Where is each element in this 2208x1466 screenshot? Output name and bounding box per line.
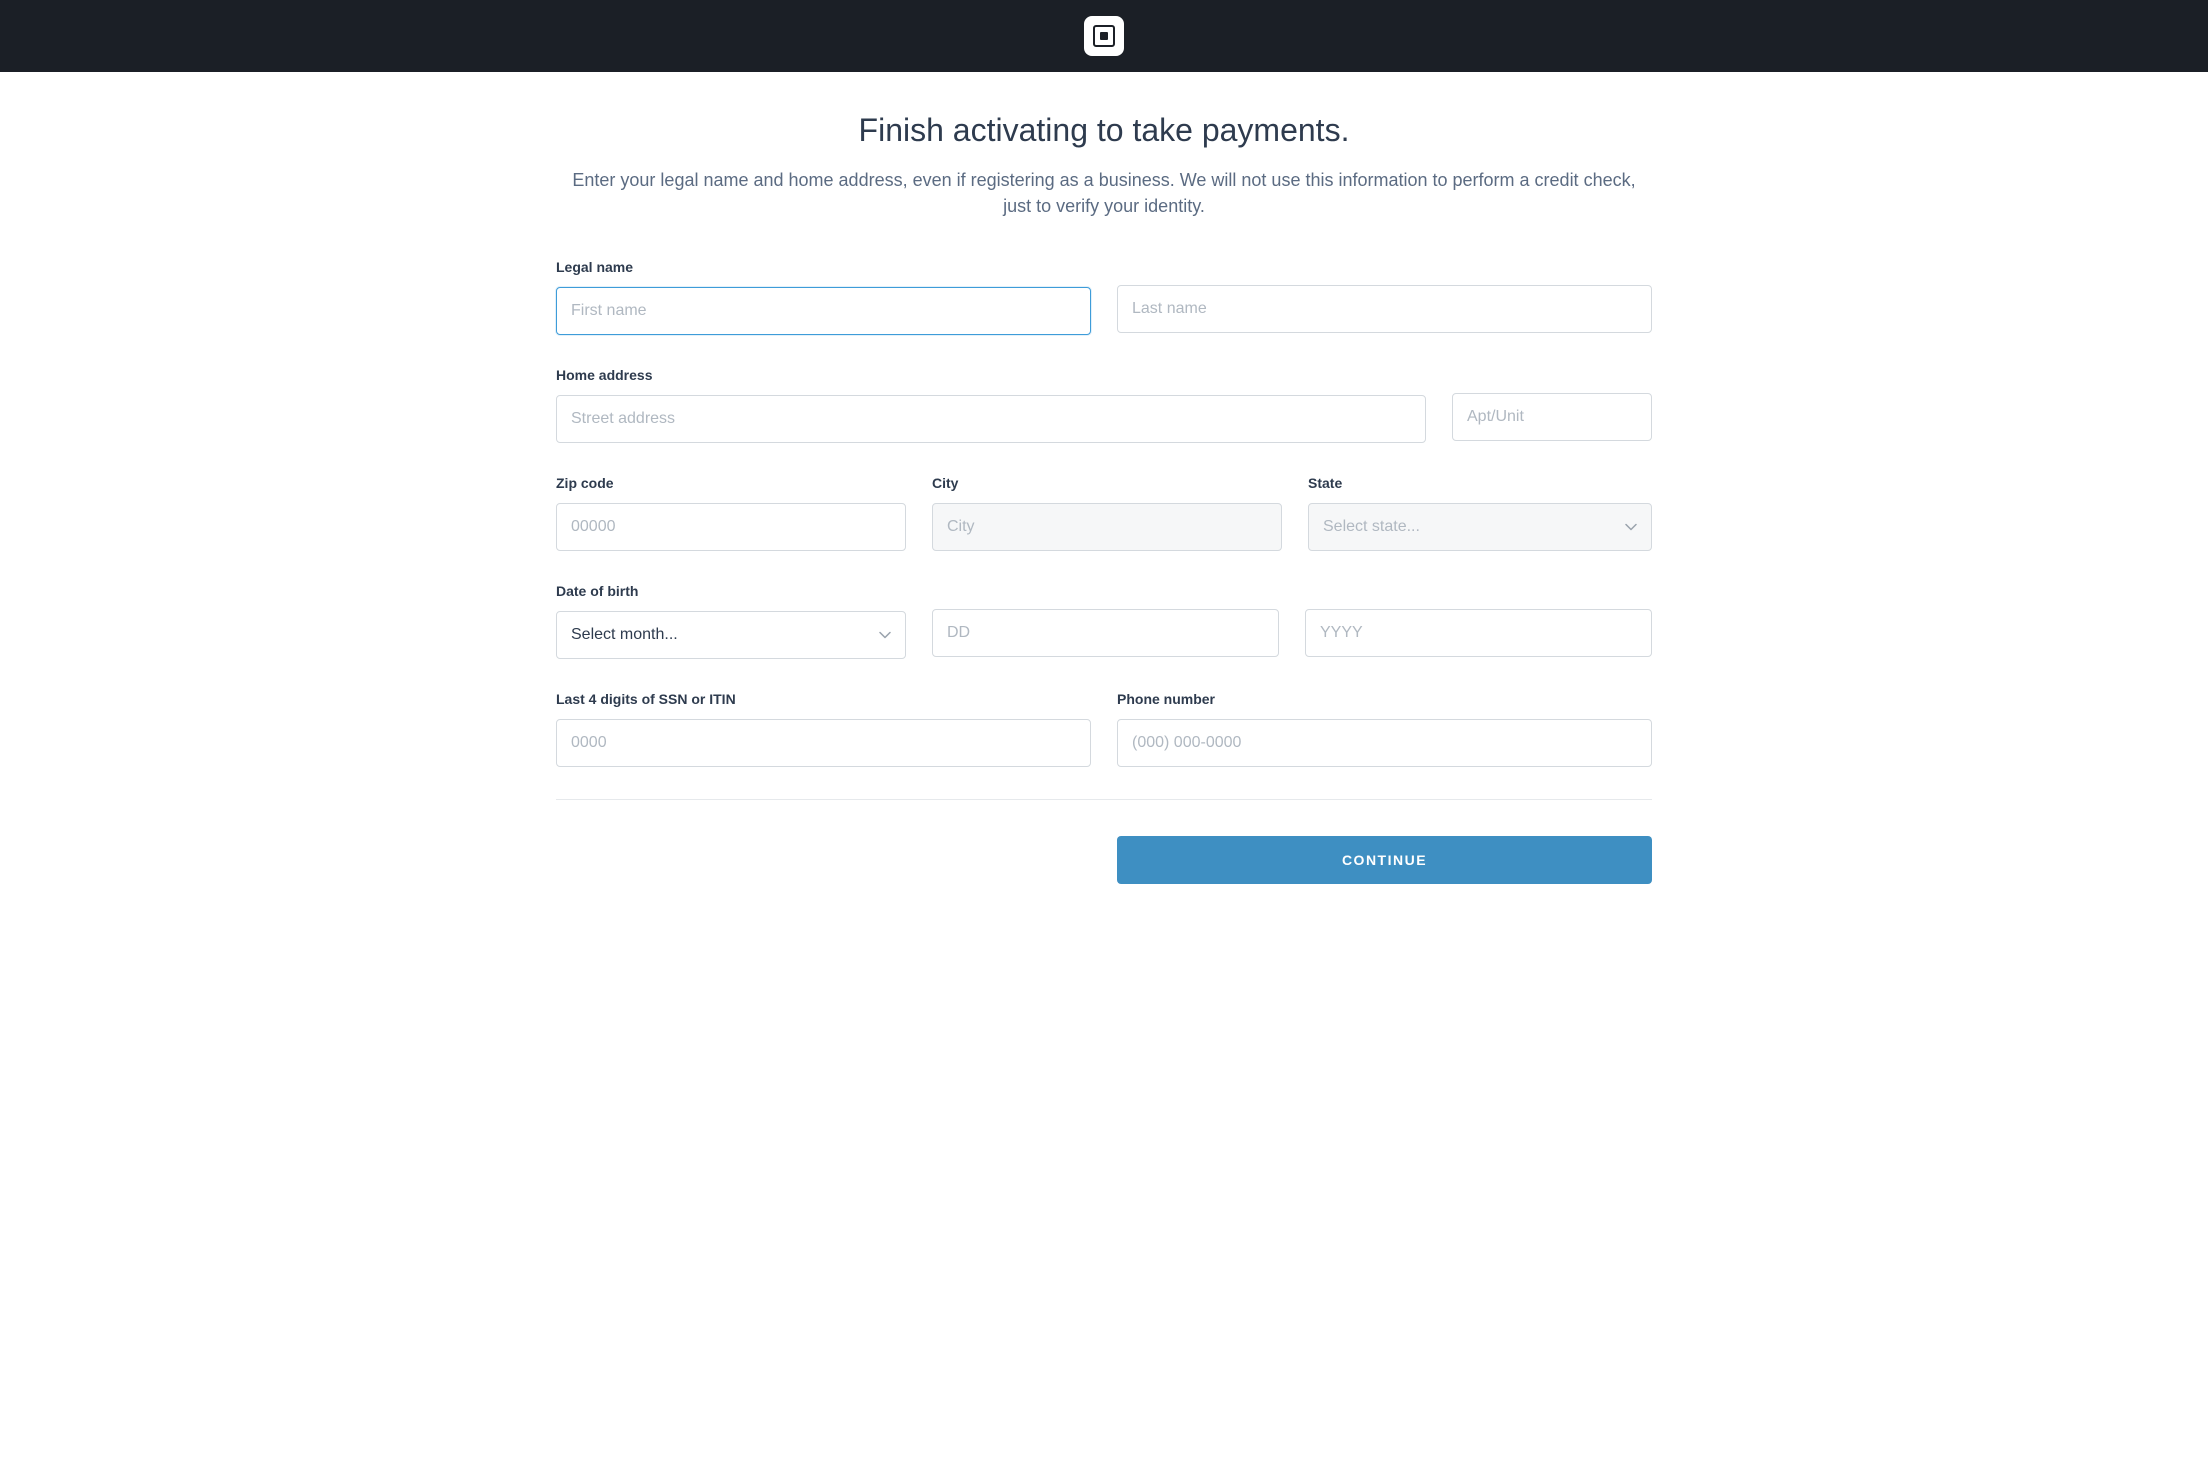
city-label: City	[932, 475, 1282, 491]
first-name-input[interactable]	[556, 287, 1091, 335]
state-label: State	[1308, 475, 1652, 491]
apt-unit-input[interactable]	[1452, 393, 1652, 441]
state-select[interactable]: Select state...	[1308, 503, 1652, 551]
row-legal-name: Legal name	[556, 259, 1652, 335]
page-title: Finish activating to take payments.	[556, 112, 1652, 149]
chevron-down-icon	[879, 629, 891, 641]
street-address-input[interactable]	[556, 395, 1426, 443]
legal-name-label: Legal name	[556, 259, 1091, 275]
phone-input[interactable]	[1117, 719, 1652, 767]
row-home-address: Home address	[556, 367, 1652, 443]
last-name-input[interactable]	[1117, 285, 1652, 333]
form-container: Finish activating to take payments. Ente…	[556, 72, 1652, 944]
dob-month-select[interactable]: Select month...	[556, 611, 906, 659]
row-zip-city-state: Zip code City State Select state...	[556, 475, 1652, 551]
ssn-input[interactable]	[556, 719, 1091, 767]
zip-input[interactable]	[556, 503, 906, 551]
home-address-label: Home address	[556, 367, 1426, 383]
dob-label: Date of birth	[556, 583, 906, 599]
square-logo-icon	[1084, 16, 1124, 56]
row-dob: Date of birth Select month...	[556, 583, 1652, 659]
dob-day-input[interactable]	[932, 609, 1279, 657]
dob-month-text: Select month...	[571, 626, 678, 644]
divider	[556, 799, 1652, 800]
city-input[interactable]	[932, 503, 1282, 551]
state-select-text: Select state...	[1323, 518, 1420, 536]
zip-label: Zip code	[556, 475, 906, 491]
app-header	[0, 0, 2208, 72]
phone-label: Phone number	[1117, 691, 1652, 707]
button-row: CONTINUE	[556, 836, 1652, 884]
chevron-down-icon	[1625, 521, 1637, 533]
row-ssn-phone: Last 4 digits of SSN or ITIN Phone numbe…	[556, 691, 1652, 767]
page-subtitle: Enter your legal name and home address, …	[564, 167, 1644, 219]
ssn-label: Last 4 digits of SSN or ITIN	[556, 691, 1091, 707]
continue-button[interactable]: CONTINUE	[1117, 836, 1652, 884]
dob-year-input[interactable]	[1305, 609, 1652, 657]
